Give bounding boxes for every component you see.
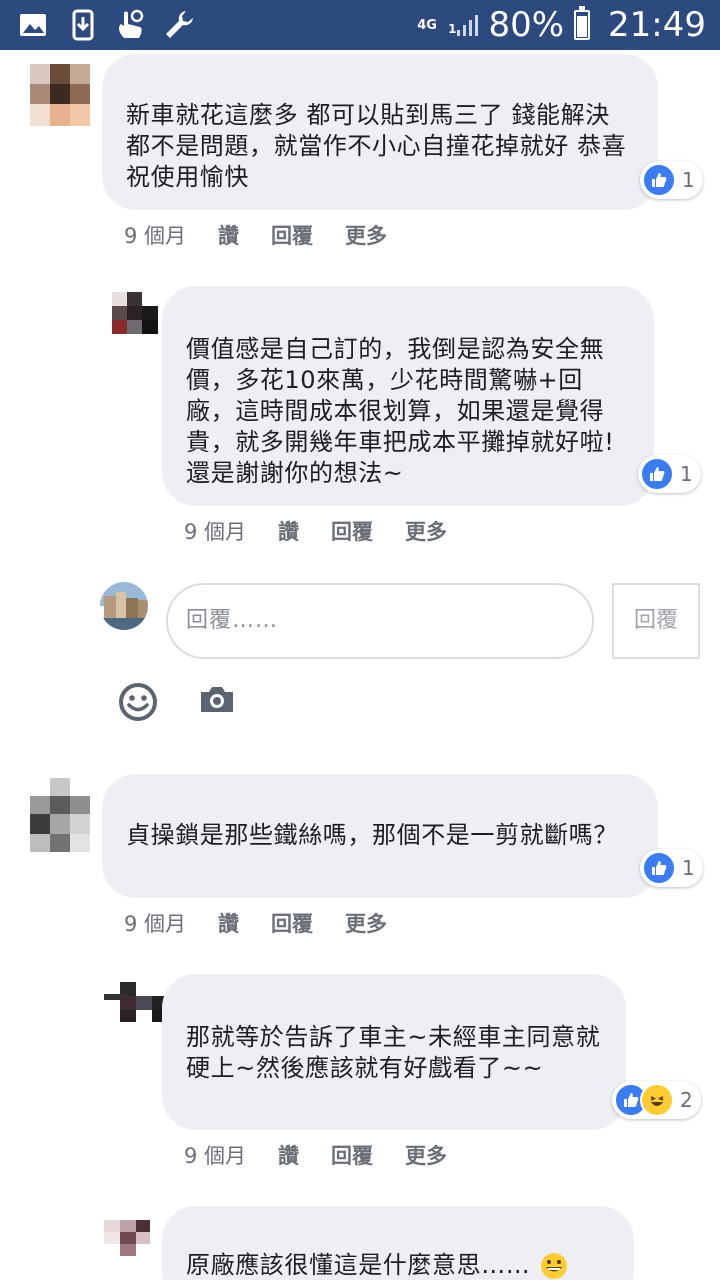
comment-text: 新車就花這麼多 都可以貼到馬三了 錢能解決都不是問題，就當作不小心自撞花掉就好 … (126, 101, 627, 191)
comment-bubble: 原廠應該很懂這是什麼意思…… (162, 1206, 634, 1280)
battery-icon (574, 6, 591, 40)
like-button[interactable]: 讚 (278, 516, 299, 546)
comment-bubble: 那就等於告訴了車主~未經車主同意就硬上~然後應該就有好戲看了~~ (162, 974, 626, 1130)
status-bar: 4G 1 80% 21:49 (0, 0, 720, 50)
signal-icon (457, 14, 479, 36)
avatar[interactable] (104, 1220, 164, 1256)
comment-actions: 9 個月 讚 回覆 更多 (184, 1140, 447, 1170)
comment-actions: 9 個月 讚 回覆 更多 (184, 516, 447, 546)
haha-reaction-icon (640, 1083, 674, 1117)
clock: 21:49 (608, 5, 706, 45)
comment-text: 原廠應該很懂這是什麼意思…… (186, 1250, 610, 1280)
comment-text: 貞操鎖是那些鐵絲嗎，那個不是一剪就斷嗎？ (126, 821, 618, 849)
comment-text: 價值感是自己訂的，我倒是認為安全無價，多花10來萬，少花時間驚嚇+回廠，這時間成… (186, 335, 615, 487)
reply-button[interactable]: 回覆 (271, 220, 313, 250)
comment-time: 9 個月 (124, 912, 187, 936)
more-button[interactable]: 更多 (405, 1140, 447, 1170)
avatar[interactable] (30, 64, 90, 126)
comment-time: 9 個月 (124, 224, 187, 248)
like-button[interactable]: 讚 (218, 220, 239, 250)
comment-actions: 9 個月 讚 回覆 更多 (124, 220, 387, 250)
reply-button[interactable]: 回覆 (331, 516, 373, 546)
comment-actions: 9 個月 讚 回覆 更多 (124, 908, 387, 938)
comment-bubble: 價值感是自己訂的，我倒是認為安全無價，多花10來萬，少花時間驚嚇+回廠，這時間成… (162, 286, 654, 506)
like-button[interactable]: 讚 (278, 1140, 299, 1170)
reply-button[interactable]: 回覆 (271, 908, 313, 938)
reply-input[interactable]: 回覆…… (166, 583, 594, 659)
like-reaction-icon (642, 163, 676, 197)
reaction-badge[interactable]: 1 (638, 455, 701, 493)
download-icon (72, 9, 94, 41)
camera-icon[interactable] (198, 684, 236, 716)
comment-bubble: 新車就花這麼多 都可以貼到馬三了 錢能解決都不是問題，就當作不小心自撞花掉就好 … (102, 54, 658, 210)
wrench-icon (166, 11, 193, 38)
avatar[interactable] (104, 982, 168, 1022)
comment-time: 9 個月 (184, 1144, 247, 1168)
comment-bubble: 貞操鎖是那些鐵絲嗎，那個不是一剪就斷嗎？ (102, 774, 658, 898)
reaction-count: 1 (682, 168, 695, 192)
signal-sub: 1 (448, 22, 457, 36)
like-reaction-icon (642, 851, 676, 885)
avatar[interactable] (30, 778, 90, 852)
image-icon (20, 14, 46, 36)
reaction-badge[interactable]: 2 (612, 1081, 701, 1119)
comment-text: 那就等於告訴了車主~未經車主同意就硬上~然後應該就有好戲看了~~ (186, 1023, 601, 1082)
avatar[interactable] (112, 292, 158, 334)
my-avatar[interactable] (100, 582, 148, 630)
reply-submit-button[interactable]: 回覆 (612, 583, 700, 659)
reaction-badge[interactable]: 1 (640, 161, 703, 199)
battery-percent: 80% (488, 5, 565, 45)
network-type: 4G (417, 17, 437, 33)
more-button[interactable]: 更多 (345, 908, 387, 938)
reaction-count: 1 (680, 462, 693, 486)
touch-icon (119, 9, 144, 38)
reply-button[interactable]: 回覆 (331, 1140, 373, 1170)
reaction-count: 1 (682, 856, 695, 880)
like-reaction-icon (640, 457, 674, 491)
more-button[interactable]: 更多 (405, 516, 447, 546)
reaction-badge[interactable]: 1 (640, 849, 703, 887)
more-button[interactable]: 更多 (345, 220, 387, 250)
reaction-count: 2 (680, 1088, 693, 1112)
like-button[interactable]: 讚 (218, 908, 239, 938)
grin-emoji-icon (540, 1253, 567, 1279)
comment-time: 9 個月 (184, 520, 247, 544)
emoji-icon[interactable] (118, 682, 158, 722)
